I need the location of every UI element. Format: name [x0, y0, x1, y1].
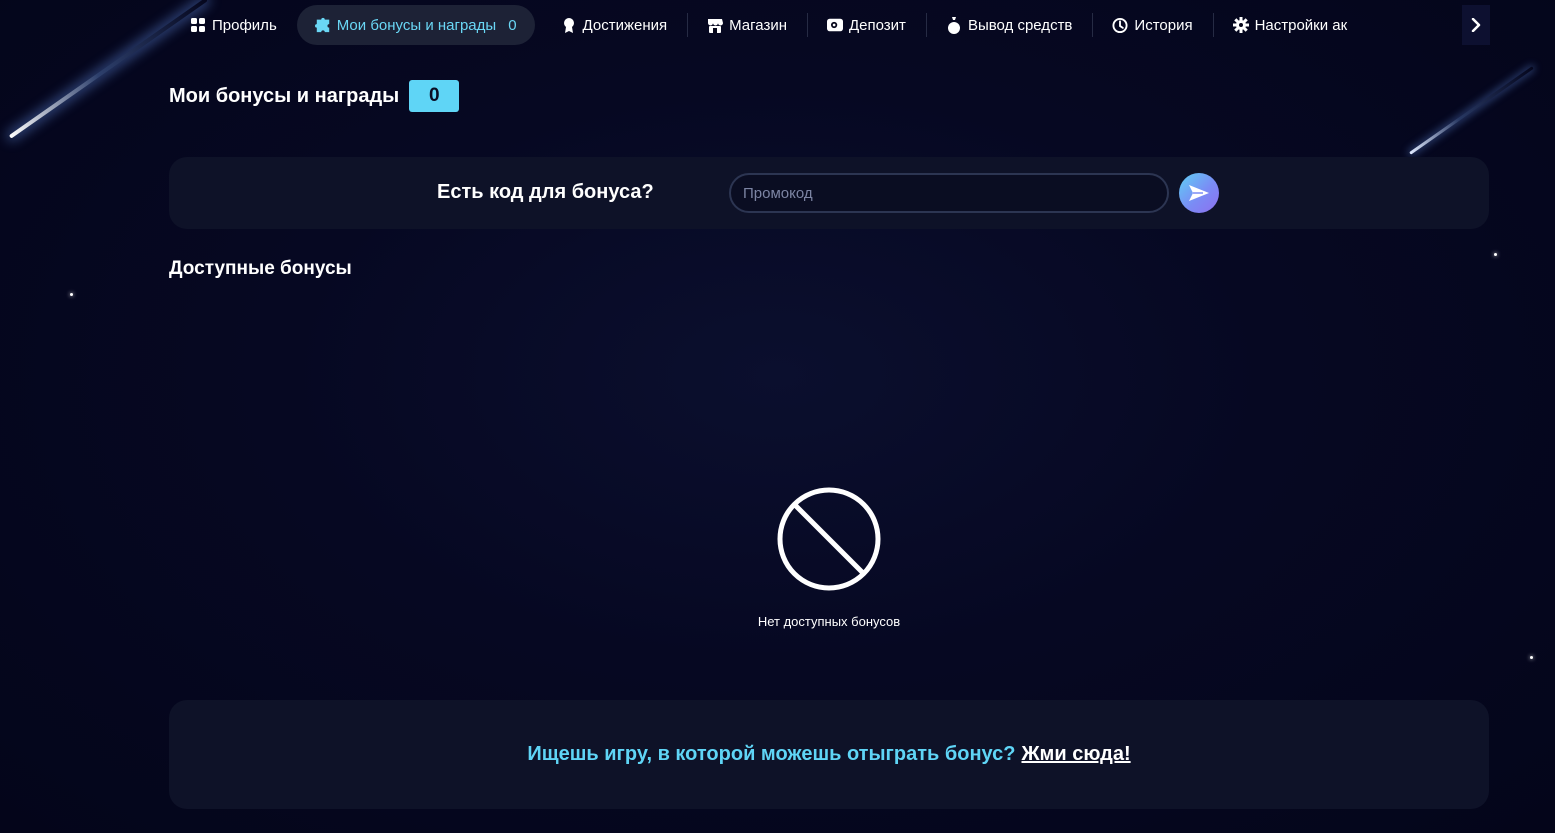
page: Профиль Мои бонусы и награды 0 Достижени… — [0, 0, 1555, 833]
top-nav: Профиль Мои бонусы и награды 0 Достижени… — [170, 5, 1490, 45]
nav-item-label: Мои бонусы и награды — [336, 16, 497, 34]
find-game-link[interactable]: Жми сюда! — [1021, 743, 1130, 766]
nav-item-deposit[interactable]: Депозит — [807, 5, 926, 45]
send-icon — [1189, 185, 1209, 201]
nav-item-label: Профиль — [212, 16, 277, 34]
no-entry-icon — [777, 487, 881, 591]
empty-state: Нет доступных бонусов — [700, 486, 958, 629]
promo-label: Есть код для бонуса? — [437, 181, 654, 203]
nav-item-store[interactable]: Магазин — [687, 5, 807, 45]
nav-item-achievements[interactable]: Достижения — [541, 5, 688, 45]
nav-count-badge: 0 — [508, 16, 517, 34]
star-decoration — [1530, 656, 1533, 659]
nav-item-label: Депозит — [849, 16, 906, 34]
nav-item-label: История — [1134, 16, 1193, 34]
grid-icon — [190, 17, 206, 33]
comet-decoration — [1409, 66, 1534, 155]
wallet-icon — [827, 17, 843, 33]
empty-state-text: Нет доступных бонусов — [757, 614, 901, 629]
page-header: Мои бонусы и награды 0 — [169, 80, 460, 112]
money-bag-icon — [946, 16, 962, 34]
nav-item-settings[interactable]: Настройки ак — [1212, 5, 1368, 45]
available-bonuses-title: Доступные бонусы — [169, 258, 352, 279]
bonus-count-badge: 0 — [409, 80, 460, 112]
promo-code-input[interactable] — [729, 173, 1169, 213]
nav-item-label: Магазин — [729, 16, 787, 34]
nav-item-withdraw[interactable]: Вывод средств — [925, 5, 1092, 45]
find-game-text: Ищешь игру, в которой можешь отыграть бо… — [527, 743, 1016, 765]
promo-code-card: Есть код для бонуса? — [169, 157, 1489, 229]
gear-icon — [1232, 17, 1249, 33]
nav-item-bonuses[interactable]: Мои бонусы и награды 0 — [296, 5, 535, 45]
nav-item-label: Достижения — [582, 16, 668, 34]
find-game-banner: Ищешь игру, в которой можешь отыграть бо… — [169, 700, 1489, 809]
promo-submit-button[interactable] — [1179, 173, 1219, 213]
nav-item-history[interactable]: История — [1092, 5, 1212, 45]
nav-item-label: Настройки ак — [1254, 16, 1348, 34]
nav-item-label: Вывод средств — [967, 16, 1073, 34]
puzzle-icon — [314, 17, 331, 33]
clock-icon — [1112, 17, 1128, 33]
store-icon — [707, 17, 724, 33]
nav-scroll-right-button[interactable] — [1462, 5, 1490, 45]
medal-icon — [561, 17, 577, 33]
nav-item-profile[interactable]: Профиль — [170, 5, 297, 45]
star-decoration — [1494, 253, 1497, 256]
star-decoration — [70, 293, 73, 296]
chevron-right-icon — [1471, 18, 1481, 32]
page-title: Мои бонусы и награды — [169, 84, 400, 107]
